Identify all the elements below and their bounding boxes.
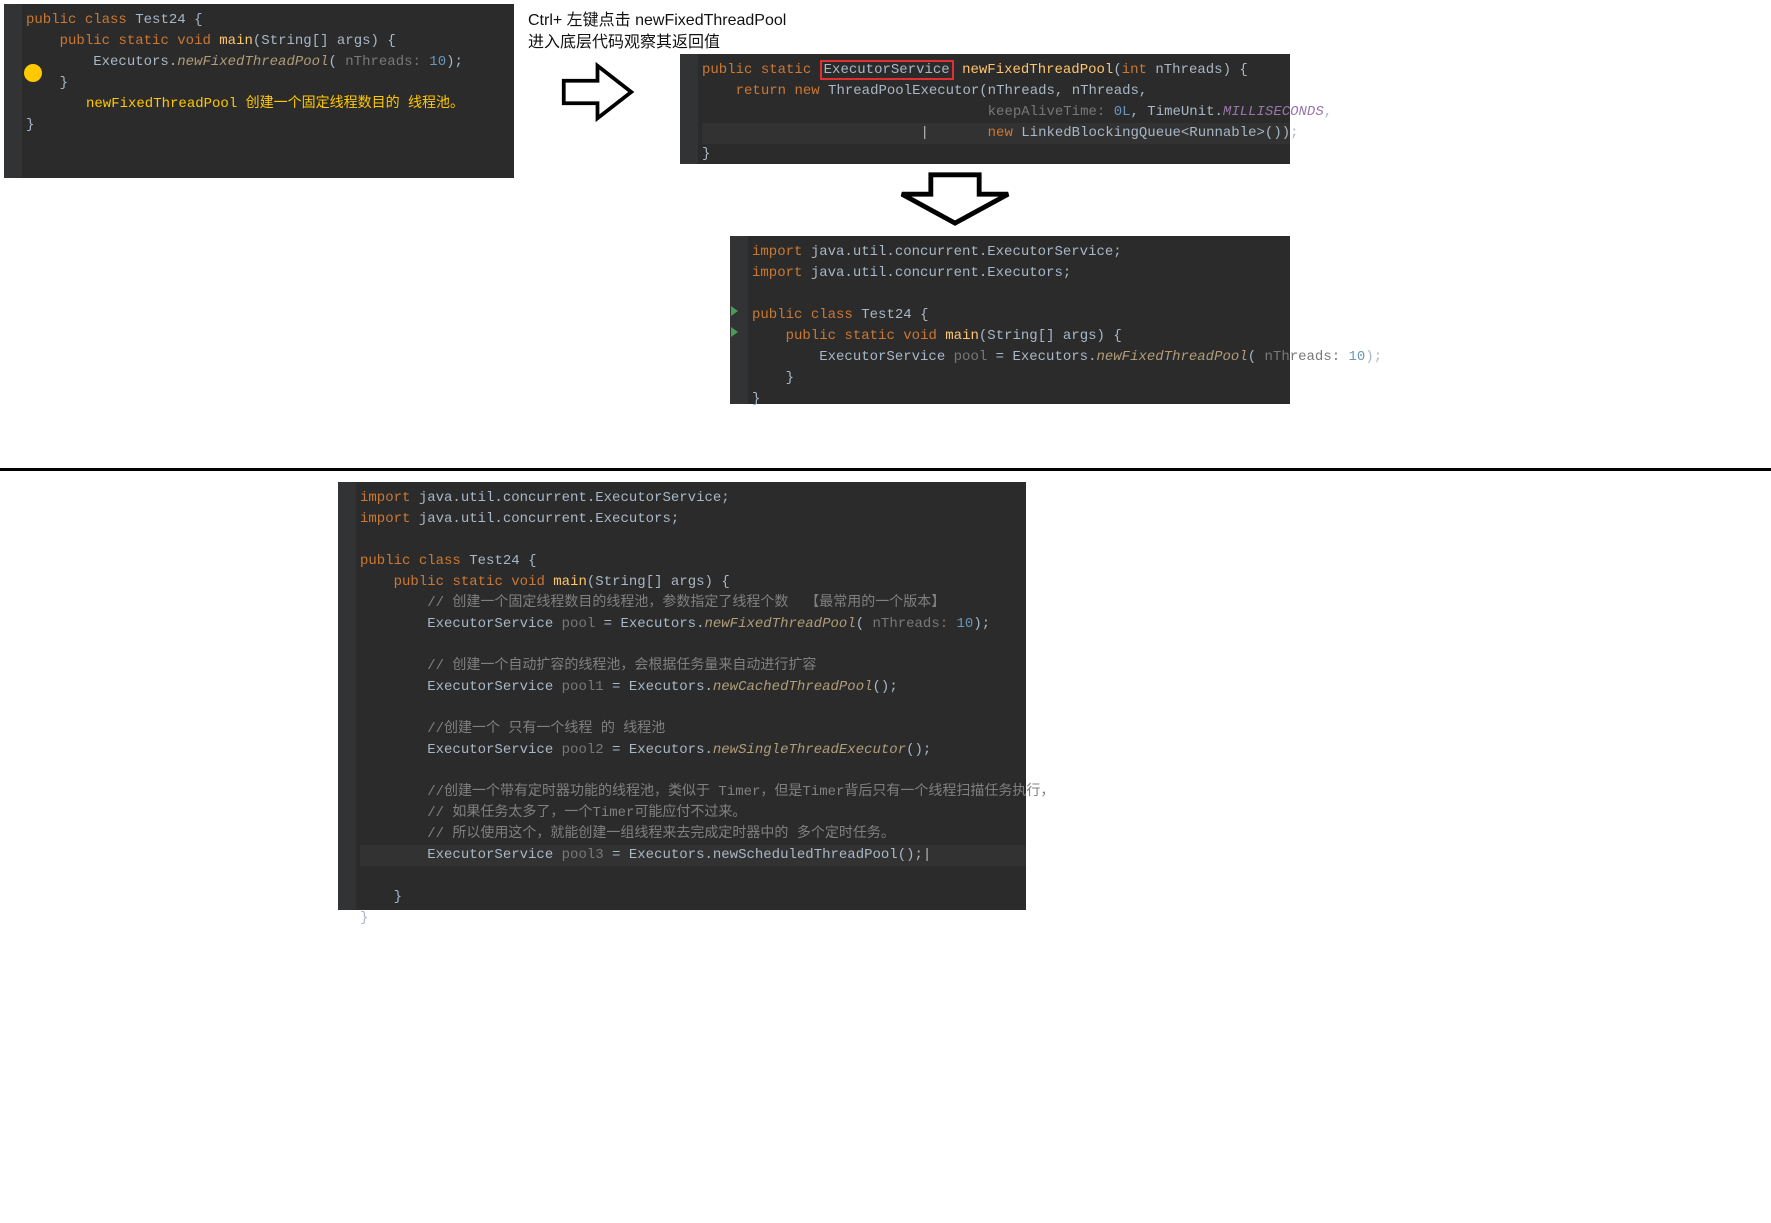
code-line	[360, 866, 1026, 887]
code-line-current: ExecutorService pool3 = Executors.newSch…	[360, 845, 1026, 866]
annotation-line-1: Ctrl+ 左键点击 newFixedThreadPool	[528, 6, 786, 30]
code-line: import java.util.concurrent.Executors;	[360, 509, 1026, 530]
code-line	[360, 698, 1026, 719]
code-line: public static void main(String[] args) {	[752, 326, 1290, 347]
code-line: }	[752, 389, 1290, 410]
code-line: }	[360, 887, 1026, 908]
code-line: public static ExecutorService newFixedTh…	[702, 60, 1290, 81]
code-line: keepAliveTime: 0L, TimeUnit.MILLISECONDS…	[702, 102, 1290, 123]
code-line: import java.util.concurrent.ExecutorServ…	[752, 242, 1290, 263]
run-gutter-icon[interactable]	[731, 306, 738, 316]
code-line: ExecutorService pool1 = Executors.newCac…	[360, 677, 1026, 698]
bulb-icon[interactable]	[24, 64, 42, 82]
gutter	[730, 236, 748, 404]
code-block-4: import java.util.concurrent.ExecutorServ…	[338, 482, 1026, 910]
code-line	[360, 635, 1026, 656]
code-line	[360, 761, 1026, 782]
code-line: //创建一个带有定时器功能的线程池，类似于 Timer，但是Timer背后只有一…	[360, 782, 1026, 803]
code-line: }	[26, 115, 514, 136]
gutter	[680, 54, 698, 164]
code-line: }	[702, 144, 1290, 165]
code-line: return new ThreadPoolExecutor(nThreads, …	[702, 81, 1290, 102]
code-line: ExecutorService pool2 = Executors.newSin…	[360, 740, 1026, 761]
code-line: import java.util.concurrent.Executors;	[752, 263, 1290, 284]
code-line	[360, 530, 1026, 551]
highlighted-return-type: ExecutorService	[820, 60, 954, 80]
code-block-2: public static ExecutorService newFixedTh…	[680, 54, 1290, 164]
arrow-down-icon	[895, 170, 1015, 228]
code-line: ExecutorService pool = Executors.newFixe…	[360, 614, 1026, 635]
tooltip-text: newFixedThreadPool 创建一个固定线程数目的 线程池。	[86, 94, 514, 115]
code-line: // 所以使用这个，就能创建一组线程来去完成定时器中的 多个定时任务。	[360, 824, 1026, 845]
code-block-1: public class Test24 { public static void…	[4, 4, 514, 178]
code-line: public class Test24 {	[26, 10, 514, 31]
gutter	[4, 4, 22, 178]
code-line: // 创建一个自动扩容的线程池，会根据任务量来自动进行扩容	[360, 656, 1026, 677]
code-line: // 创建一个固定线程数目的线程池，参数指定了线程个数 【最常用的一个版本】	[360, 593, 1026, 614]
horizontal-divider	[0, 468, 1771, 471]
code-line: public static void main(String[] args) {	[26, 31, 514, 52]
code-line: // 如果任务太多了，一个Timer可能应付不过来。	[360, 803, 1026, 824]
code-line: Executors.newFixedThreadPool( nThreads: …	[26, 52, 514, 73]
code-line: }	[360, 908, 1026, 929]
code-line: //创建一个 只有一个线程 的 线程池	[360, 719, 1026, 740]
code-block-3: import java.util.concurrent.ExecutorServ…	[730, 236, 1290, 404]
code-line	[752, 284, 1290, 305]
code-line: import java.util.concurrent.ExecutorServ…	[360, 488, 1026, 509]
code-line: }	[26, 73, 514, 94]
run-gutter-icon[interactable]	[731, 327, 738, 337]
code-line: ExecutorService pool = Executors.newFixe…	[752, 347, 1290, 368]
code-line: public static void main(String[] args) {	[360, 572, 1026, 593]
arrow-right-icon	[560, 62, 635, 122]
code-line: public class Test24 {	[360, 551, 1026, 572]
code-line: | new LinkedBlockingQueue<Runnable>());	[702, 123, 1290, 144]
code-line: }	[752, 368, 1290, 389]
code-line: public class Test24 {	[752, 305, 1290, 326]
annotation-line-2: 进入底层代码观察其返回值	[528, 28, 720, 52]
gutter	[338, 482, 356, 910]
